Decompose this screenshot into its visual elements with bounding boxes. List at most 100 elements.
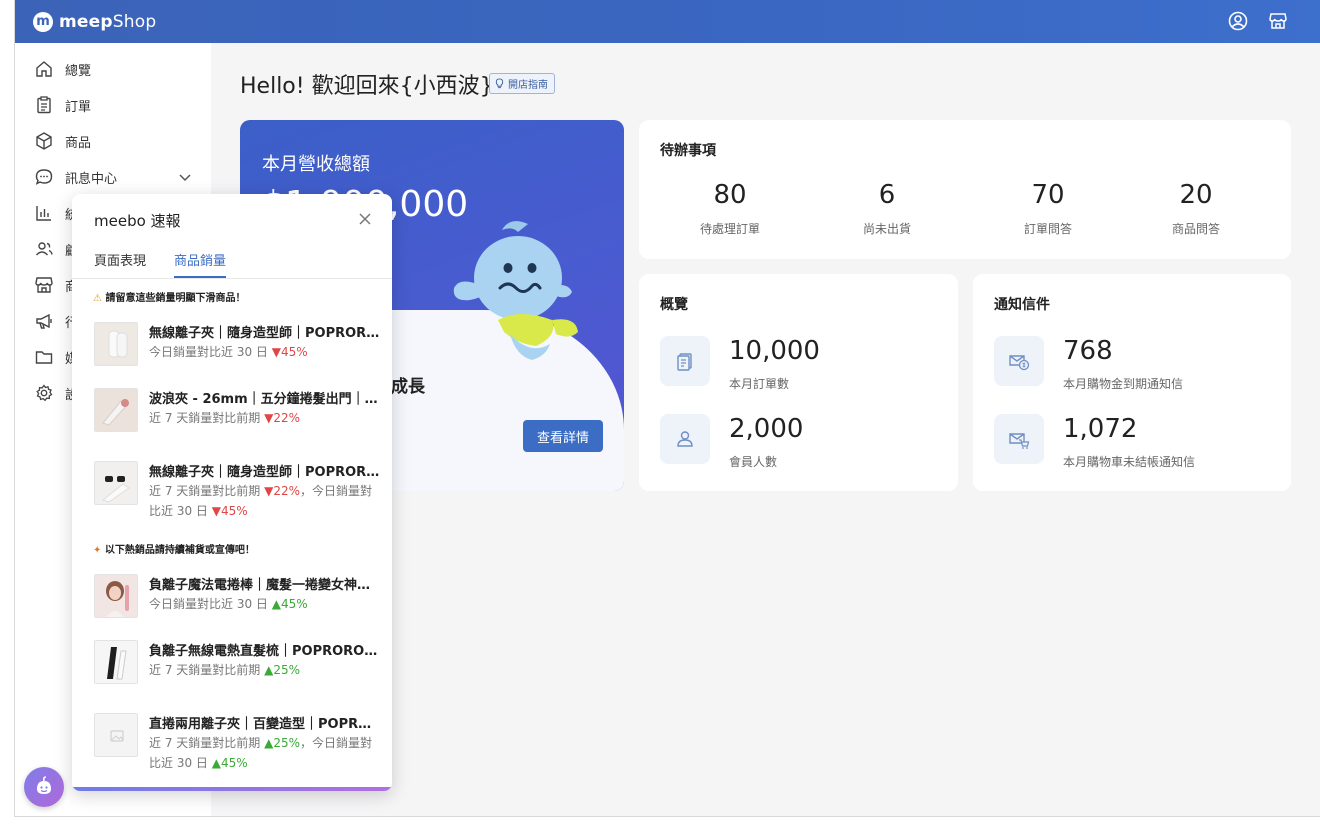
todo-value[interactable]: 20 [1136,180,1256,210]
sales-desc-text: 今日銷量對比近 30 日 [149,345,272,359]
sales-desc-text: 近 7 天銷量對比前期 [149,484,265,498]
todo-value[interactable]: 80 [670,180,790,210]
chevron-down-icon[interactable] [178,170,192,184]
tab-divider [72,278,392,279]
users-icon [35,242,53,256]
party-icon: ✦ [93,545,102,556]
account-icon[interactable] [1227,10,1249,32]
product-sales-desc: 今日銷量對比近 30 日 ▼45% [149,342,375,362]
meebo-chatbot-button[interactable] [24,767,64,807]
meebo-report-popup: meebo 速報 頁面表現 商品銷量 ⚠ 請留意這些銷量明顯下滑商品！ 無線離子… [72,194,392,791]
sidebar-item-messages[interactable]: 訊息中心 [15,162,211,192]
abandoned-cart-mail-label: 本月購物車未結帳通知信 [1063,455,1196,469]
sales-change-badge: ▲25% [264,663,300,677]
storefront-icon[interactable] [1267,10,1289,32]
product-thumbnail-placeholder [94,713,138,757]
store-guide-label: 開店指南 [508,80,548,91]
product-name: 無線離子夾｜隨身造型師｜POPROROBEAUTY [149,465,381,480]
product-thumbnail [94,322,138,366]
todo-label: 商品問答 [1171,222,1220,236]
todo-value[interactable]: 6 [827,180,947,210]
product-name: 波浪夾 - 26mm｜五分鐘捲髮出門｜POPROROBEAUTY [149,392,381,407]
gear-icon [36,384,53,402]
product-name: 無線離子夾｜隨身造型師｜POPROROBEAUTY [149,326,381,341]
todo-label: 尚未出貨 [862,222,911,236]
sales-change-badge: ▼22% [264,411,300,425]
product-sales-desc: 近 7 天銷量對比前期 ▲25%，今日銷量對比近 30 日 ▲45% [149,733,375,773]
product-thumbnail [94,640,138,684]
sales-change-badge: ▲25% [264,736,300,750]
product-sales-desc: 近 7 天銷量對比前期 ▼22% [149,408,375,428]
sales-change-badge: ▲45% [271,597,308,611]
credit-expiry-mail-label: 本月購物金到期通知信 [1063,377,1184,391]
sidebar-item-label: 訂單 [65,99,92,115]
logo-icon: m [33,11,53,32]
todo-card: 待辦事項 80 待處理訂單 6 尚未出貨 70 訂單問答 20 商品問答 [639,120,1291,259]
member-icon [660,414,710,464]
sidebar-item-label: 商品 [65,135,92,151]
box-icon [36,132,52,150]
meebo-face-icon [37,776,51,794]
popup-title: meebo 速報 [94,212,181,230]
sales-change-badge: ▼45% [271,345,308,359]
store-guide-button[interactable]: 開店指南 [489,73,555,94]
hot-section-label: 以下熱銷品請持續補貨或宣傳吧！ [104,545,255,556]
product-name: 負離子魔法電捲棒｜魔髮一捲變女神｜POPROROBEAUTY [149,578,381,593]
sidebar-item-orders[interactable]: 訂單 [15,90,211,120]
overview-card: 概覽 10,000 本月訂單數 2,000 會員人數 [639,274,958,491]
logo[interactable]: m meepShop [33,11,156,32]
popup-accent-bar [72,787,392,791]
product-name: 負離子無線電熱直髮梳｜POPROROBEAUTY [149,644,381,659]
page-title: Hello! 歡迎回來{小西波} [240,74,494,99]
sales-desc-text: 近 7 天銷量對比前期 [149,736,265,750]
sidebar-item-products[interactable]: 商品 [15,126,211,156]
product-thumbnail [94,574,138,618]
product-sales-desc: 今日銷量對比近 30 日 ▲45% [149,594,375,614]
declining-section-label: 請留意這些銷量明顯下滑商品！ [105,293,246,304]
mail-money-icon [994,336,1044,386]
todo-label: 訂單問答 [1023,222,1072,236]
home-icon [36,61,52,77]
sales-desc-text: 今日銷量對比近 30 日 [149,597,272,611]
close-icon[interactable] [358,212,372,226]
todo-value[interactable]: 70 [988,180,1108,210]
sales-desc-text: 近 7 天銷量對比前期 [149,411,265,425]
meebo-mascot-illustration [453,221,578,360]
credit-expiry-mail-value: 768 [1063,336,1113,366]
overview-title: 概覽 [660,297,688,313]
members-value: 2,000 [729,414,804,444]
todo-title: 待辦事項 [660,143,716,159]
product-thumbnail [94,461,138,505]
view-details-button[interactable]: 查看詳情 [523,420,603,452]
top-bar: m meepShop [15,0,1320,43]
clipboard-icon [37,96,51,114]
declining-section-heading: ⚠ 請留意這些銷量明顯下滑商品！ [93,289,245,304]
monthly-orders-label: 本月訂單數 [729,377,790,391]
tab-product-sales[interactable]: 商品銷量 [174,250,226,269]
lightbulb-icon [495,78,504,89]
warning-icon: ⚠ [93,293,102,304]
mail-cart-icon [994,414,1044,464]
folder-icon [35,351,53,364]
logo-text: meep [59,11,113,32]
megaphone-icon [36,313,52,329]
abandoned-cart-mail-value: 1,072 [1063,414,1138,444]
notify-title: 通知信件 [994,297,1050,313]
store-icon [35,277,53,293]
hot-section-heading: ✦ 以下熱銷品請持續補貨或宣傳吧！ [93,541,255,556]
product-thumbnail [94,388,138,432]
tab-page-performance[interactable]: 頁面表現 [94,250,146,269]
product-sales-desc: 近 7 天銷量對比前期 ▼22%，今日銷量對比近 30 日 ▼45% [149,481,375,521]
bar-chart-icon [36,206,51,221]
todo-label: 待處理訂單 [699,222,760,236]
sales-change-badge-2: ▼45% [211,504,248,518]
notification-mail-card: 通知信件 768 本月購物金到期通知信 1,072 本月購物車未結帳通知信 [973,274,1291,491]
sidebar-item-label: 總覽 [65,63,92,79]
sales-desc-text: 近 7 天銷量對比前期 [149,663,265,677]
chat-icon [35,169,53,185]
sales-change-badge-2: ▲45% [211,756,248,770]
sales-change-badge: ▼22% [264,484,300,498]
sidebar-item-overview[interactable]: 總覽 [15,54,211,84]
orders-icon [660,336,710,386]
sidebar-item-label: 訊息中心 [65,171,118,187]
